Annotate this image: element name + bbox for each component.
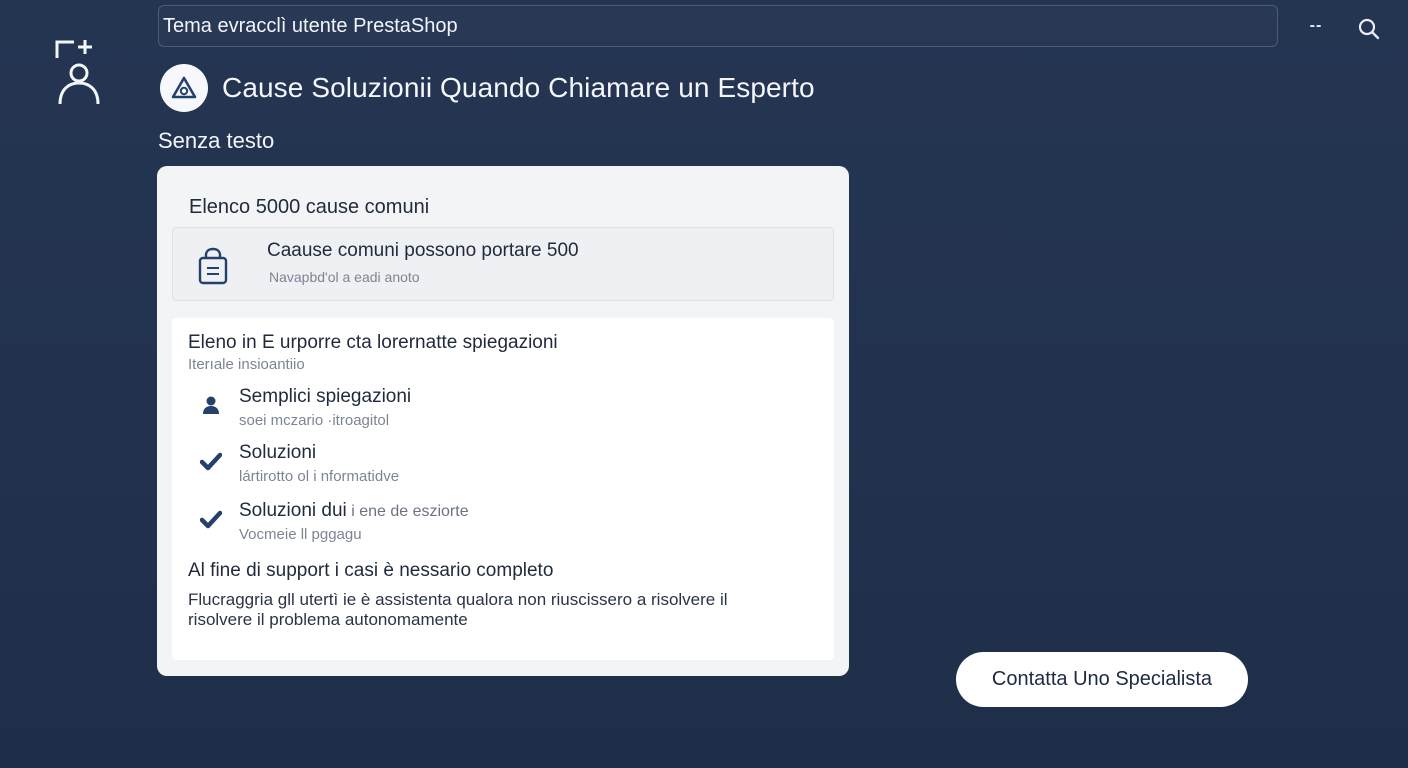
item-title-main: Soluzioni dui [239, 500, 347, 521]
final-heading: Al fine di support i casi è nessario com… [188, 560, 554, 581]
causes-title: Caause comuni possono portare 500 [267, 240, 579, 261]
common-causes-panel[interactable]: Caause comuni possono portare 500 Navapb… [172, 227, 834, 301]
add-user-icon [55, 40, 100, 105]
contact-specialist-button[interactable]: Contatta Uno Specialista [956, 652, 1248, 707]
item-title: Semplici spiegazioni [239, 386, 412, 407]
add-user-button[interactable] [52, 38, 104, 110]
title-badge [160, 64, 208, 112]
item-title: Soluzioni [239, 442, 317, 463]
item-subtitle: lártirotto ol i nformatidve [239, 468, 400, 485]
item-title: Soluzioni dui i ene de esziorte [239, 500, 469, 522]
item-subtitle: soei mczario ·itroagitol [239, 412, 390, 429]
item-title-extra: i ene de esziorte [346, 503, 469, 520]
page-title: Cause Soluzionii Quando Chiamare un Espe… [222, 72, 815, 103]
search-input[interactable] [159, 14, 1277, 38]
more-menu-button[interactable]: -- [1306, 14, 1326, 38]
user-icon [203, 396, 219, 414]
warning-triangle-icon [171, 76, 197, 99]
card-heading: Elenco 5000 cause comuni [189, 196, 430, 218]
shopping-bag-icon [198, 247, 228, 285]
search-button[interactable] [1356, 16, 1382, 42]
explanations-panel: Eleno in E urporre cta lorernatte spiega… [172, 318, 834, 660]
list-subheading: Iterıale insioantiio [188, 356, 305, 373]
item-subtitle: Vocmeie ll pggagu [239, 526, 362, 543]
checkmark-icon [200, 510, 222, 529]
causes-subtitle: Navapbd'ol a eadi anoto [269, 269, 420, 285]
page-header: Cause Soluzionii Quando Chiamare un Espe… [160, 64, 815, 112]
search-icon [1358, 18, 1380, 40]
page-subtitle: Senza testo [158, 128, 275, 153]
causes-card: Elenco 5000 cause comuni Caause comuni p… [157, 166, 849, 676]
top-search-bar[interactable] [158, 5, 1278, 47]
list-heading: Eleno in E urporre cta lorernatte spiega… [188, 332, 558, 353]
final-body: Flucraggria gll utertì ie è assistenta q… [188, 590, 728, 629]
checkmark-icon [200, 452, 222, 471]
